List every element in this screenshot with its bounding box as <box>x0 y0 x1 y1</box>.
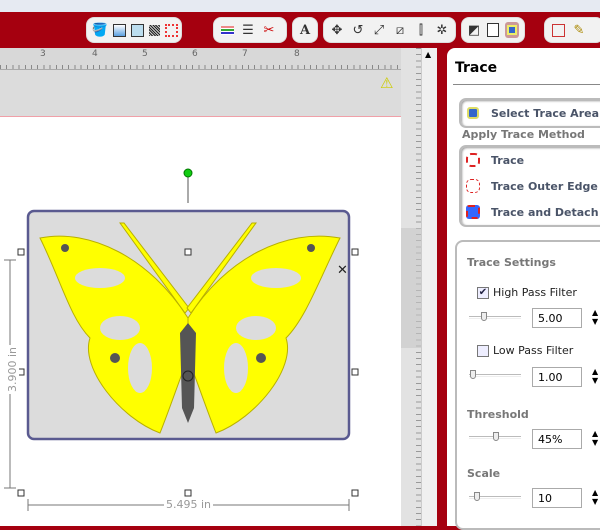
width-dimension: 5.495 in <box>164 498 214 511</box>
toolbar-group-fill: 🪣 <box>86 17 182 43</box>
resize-icon[interactable]: ⤢ <box>371 22 387 38</box>
print-mode-icon[interactable]: ◩ <box>467 22 481 38</box>
line-color-icon[interactable] <box>219 22 235 38</box>
toolbar-group-transform: ✥ ↺ ⤢ ⧄ ⫿ ✲ <box>323 17 456 43</box>
select-trace-area-button[interactable]: Select Trace Area <box>461 100 600 126</box>
trace-icon[interactable] <box>505 22 519 38</box>
page-icon[interactable] <box>486 22 500 38</box>
trace-settings: Trace Settings ✔ High Pass Filter 5.00 ▲ ▼… <box>455 240 600 530</box>
scale-input[interactable]: 10 <box>532 488 582 508</box>
low-pass-slider[interactable] <box>469 370 521 379</box>
select-area-box: Select Trace Area <box>459 98 600 128</box>
ruler-label: 4 <box>92 49 98 59</box>
align-icon[interactable]: ⫿ <box>413 22 429 38</box>
selection-area: ✕ <box>4 168 359 511</box>
canvas[interactable]: 3 4 5 6 7 8 ⚠ ✕ 3.900 in 5.495 in <box>0 48 401 526</box>
ruler-label: 7 <box>242 49 248 59</box>
ruler-label: 8 <box>294 49 300 59</box>
weld-icon[interactable]: ✲ <box>434 22 450 38</box>
toolbar-group-shape: ✎ <box>544 17 600 43</box>
rotate-handle[interactable] <box>183 168 193 178</box>
trace-outer-edge-icon <box>465 178 481 194</box>
close-icon[interactable]: ✕ <box>337 263 348 278</box>
select-area-icon <box>465 105 481 121</box>
text-icon[interactable]: A <box>298 22 312 38</box>
horizontal-ruler: 3 4 5 6 7 8 <box>0 48 401 70</box>
ruler-label: 5 <box>142 49 148 59</box>
shape-icon[interactable] <box>550 22 566 38</box>
shadow-icon[interactable] <box>165 22 178 38</box>
scale-spinner[interactable]: ▲ ▼ <box>592 488 600 506</box>
line-style-icon[interactable]: ☰ <box>240 22 256 38</box>
high-pass-checkbox[interactable]: ✔ High Pass Filter <box>477 286 577 299</box>
trace-label: Trace <box>491 153 525 167</box>
high-pass-spinner[interactable]: ▲ ▼ <box>592 308 600 326</box>
checkbox-unchecked-icon <box>477 344 489 357</box>
high-pass-input[interactable]: 5.00 <box>532 308 582 328</box>
toolbar-group-line: ☰ ✂ <box>213 17 287 43</box>
vertical-scrollbar[interactable]: ▲ <box>421 48 437 526</box>
divider <box>453 84 600 85</box>
apply-method-heading: Apply Trace Method <box>462 128 585 141</box>
trace-panel: Trace Select Trace Area Apply Trace Meth… <box>447 48 600 530</box>
low-pass-checkbox[interactable]: Low Pass Filter <box>477 344 573 357</box>
rotate-icon[interactable]: ↺ <box>350 22 366 38</box>
ruler-label: 6 <box>192 49 198 59</box>
threshold-slider[interactable] <box>469 432 521 441</box>
fill-icon[interactable]: 🪣 <box>92 22 108 38</box>
threshold-label: Threshold <box>467 408 529 421</box>
select-trace-area-label: Select Trace Area <box>491 106 599 120</box>
trace-and-detach-label: Trace and Detach <box>491 205 599 219</box>
threshold-input[interactable]: 45% <box>532 429 582 449</box>
trace-icon <box>465 152 481 168</box>
pencil-icon[interactable]: ✎ <box>571 22 587 38</box>
texture-icon[interactable] <box>149 22 160 38</box>
height-dimension: 3.900 in <box>6 344 20 395</box>
high-pass-label: High Pass Filter <box>493 286 577 299</box>
low-pass-label: Low Pass Filter <box>493 344 574 357</box>
high-pass-slider[interactable] <box>469 312 521 321</box>
toolbar-group-mode: ◩ <box>461 17 525 43</box>
scale-slider[interactable] <box>469 492 521 501</box>
warning-icon[interactable]: ⚠ <box>380 74 393 92</box>
scale-label: Scale <box>467 467 501 480</box>
pattern-icon[interactable] <box>131 22 144 38</box>
mat-edge: ⚠ <box>0 70 401 117</box>
trace-methods-box: Trace Trace Outer Edge Trace and Detach <box>459 145 600 227</box>
ruler-label: 3 <box>40 49 46 59</box>
checkbox-checked-icon: ✔ <box>477 286 489 299</box>
trace-outer-edge-button[interactable]: Trace Outer Edge <box>461 173 600 199</box>
butterfly-body <box>180 323 196 423</box>
color-icon[interactable] <box>113 22 126 38</box>
trace-button[interactable]: Trace <box>461 147 600 173</box>
panel-title: Trace <box>455 60 498 76</box>
low-pass-input[interactable]: 1.00 <box>532 367 582 387</box>
toolbar-group-text: A <box>292 17 318 43</box>
trace-outer-edge-label: Trace Outer Edge <box>491 179 598 193</box>
vertical-ruler <box>401 48 421 526</box>
threshold-spinner[interactable]: ▲ ▼ <box>592 429 600 447</box>
low-pass-spinner[interactable]: ▲ ▼ <box>592 367 600 385</box>
skew-icon[interactable]: ⧄ <box>392 22 408 38</box>
trace-detach-icon <box>465 204 481 220</box>
title-strip <box>0 0 600 12</box>
settings-heading: Trace Settings <box>467 256 556 269</box>
move-icon[interactable]: ✥ <box>329 22 345 38</box>
cut-icon[interactable]: ✂ <box>261 22 277 38</box>
scroll-up-icon[interactable]: ▲ <box>425 50 431 59</box>
trace-and-detach-button[interactable]: Trace and Detach <box>461 199 600 225</box>
